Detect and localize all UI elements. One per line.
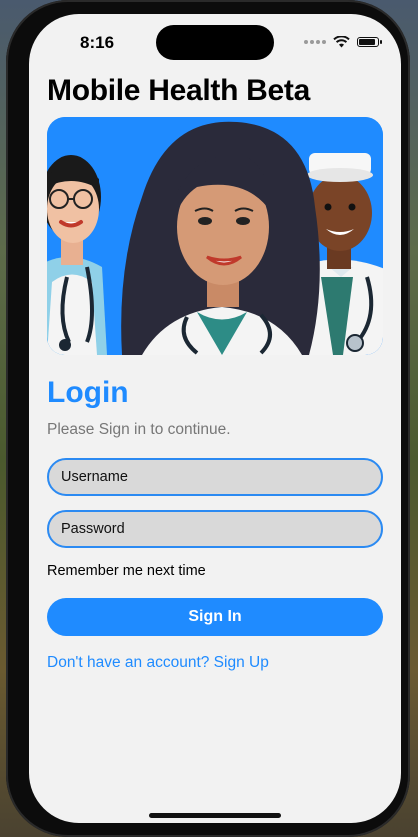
- app-title: Mobile Health Beta: [47, 74, 310, 107]
- dynamic-island: [156, 25, 274, 60]
- app-screen: 8:16 Mobile Health Beta Login Please Sig…: [29, 14, 401, 823]
- status-bar: 8:16: [29, 14, 401, 66]
- wifi-icon: [333, 36, 350, 48]
- login-subtitle: Please Sign in to continue.: [47, 421, 231, 438]
- battery-icon: [357, 37, 382, 47]
- status-icons: [304, 36, 382, 48]
- phone-frame: 8:16 Mobile Health Beta Login Please Sig…: [6, 0, 410, 837]
- healthcare-workers-illustration: [47, 117, 383, 355]
- home-indicator[interactable]: [149, 813, 281, 818]
- sign-in-button[interactable]: Sign In: [47, 598, 383, 636]
- status-time: 8:16: [80, 33, 115, 52]
- password-field[interactable]: [47, 510, 383, 548]
- username-field[interactable]: [47, 458, 383, 496]
- signal-dots-icon: [304, 40, 326, 44]
- sign-up-link[interactable]: Don't have an account? Sign Up: [47, 654, 269, 672]
- hero-image: [47, 117, 383, 355]
- login-title: Login: [47, 376, 129, 409]
- remember-me-toggle[interactable]: Remember me next time: [47, 563, 206, 579]
